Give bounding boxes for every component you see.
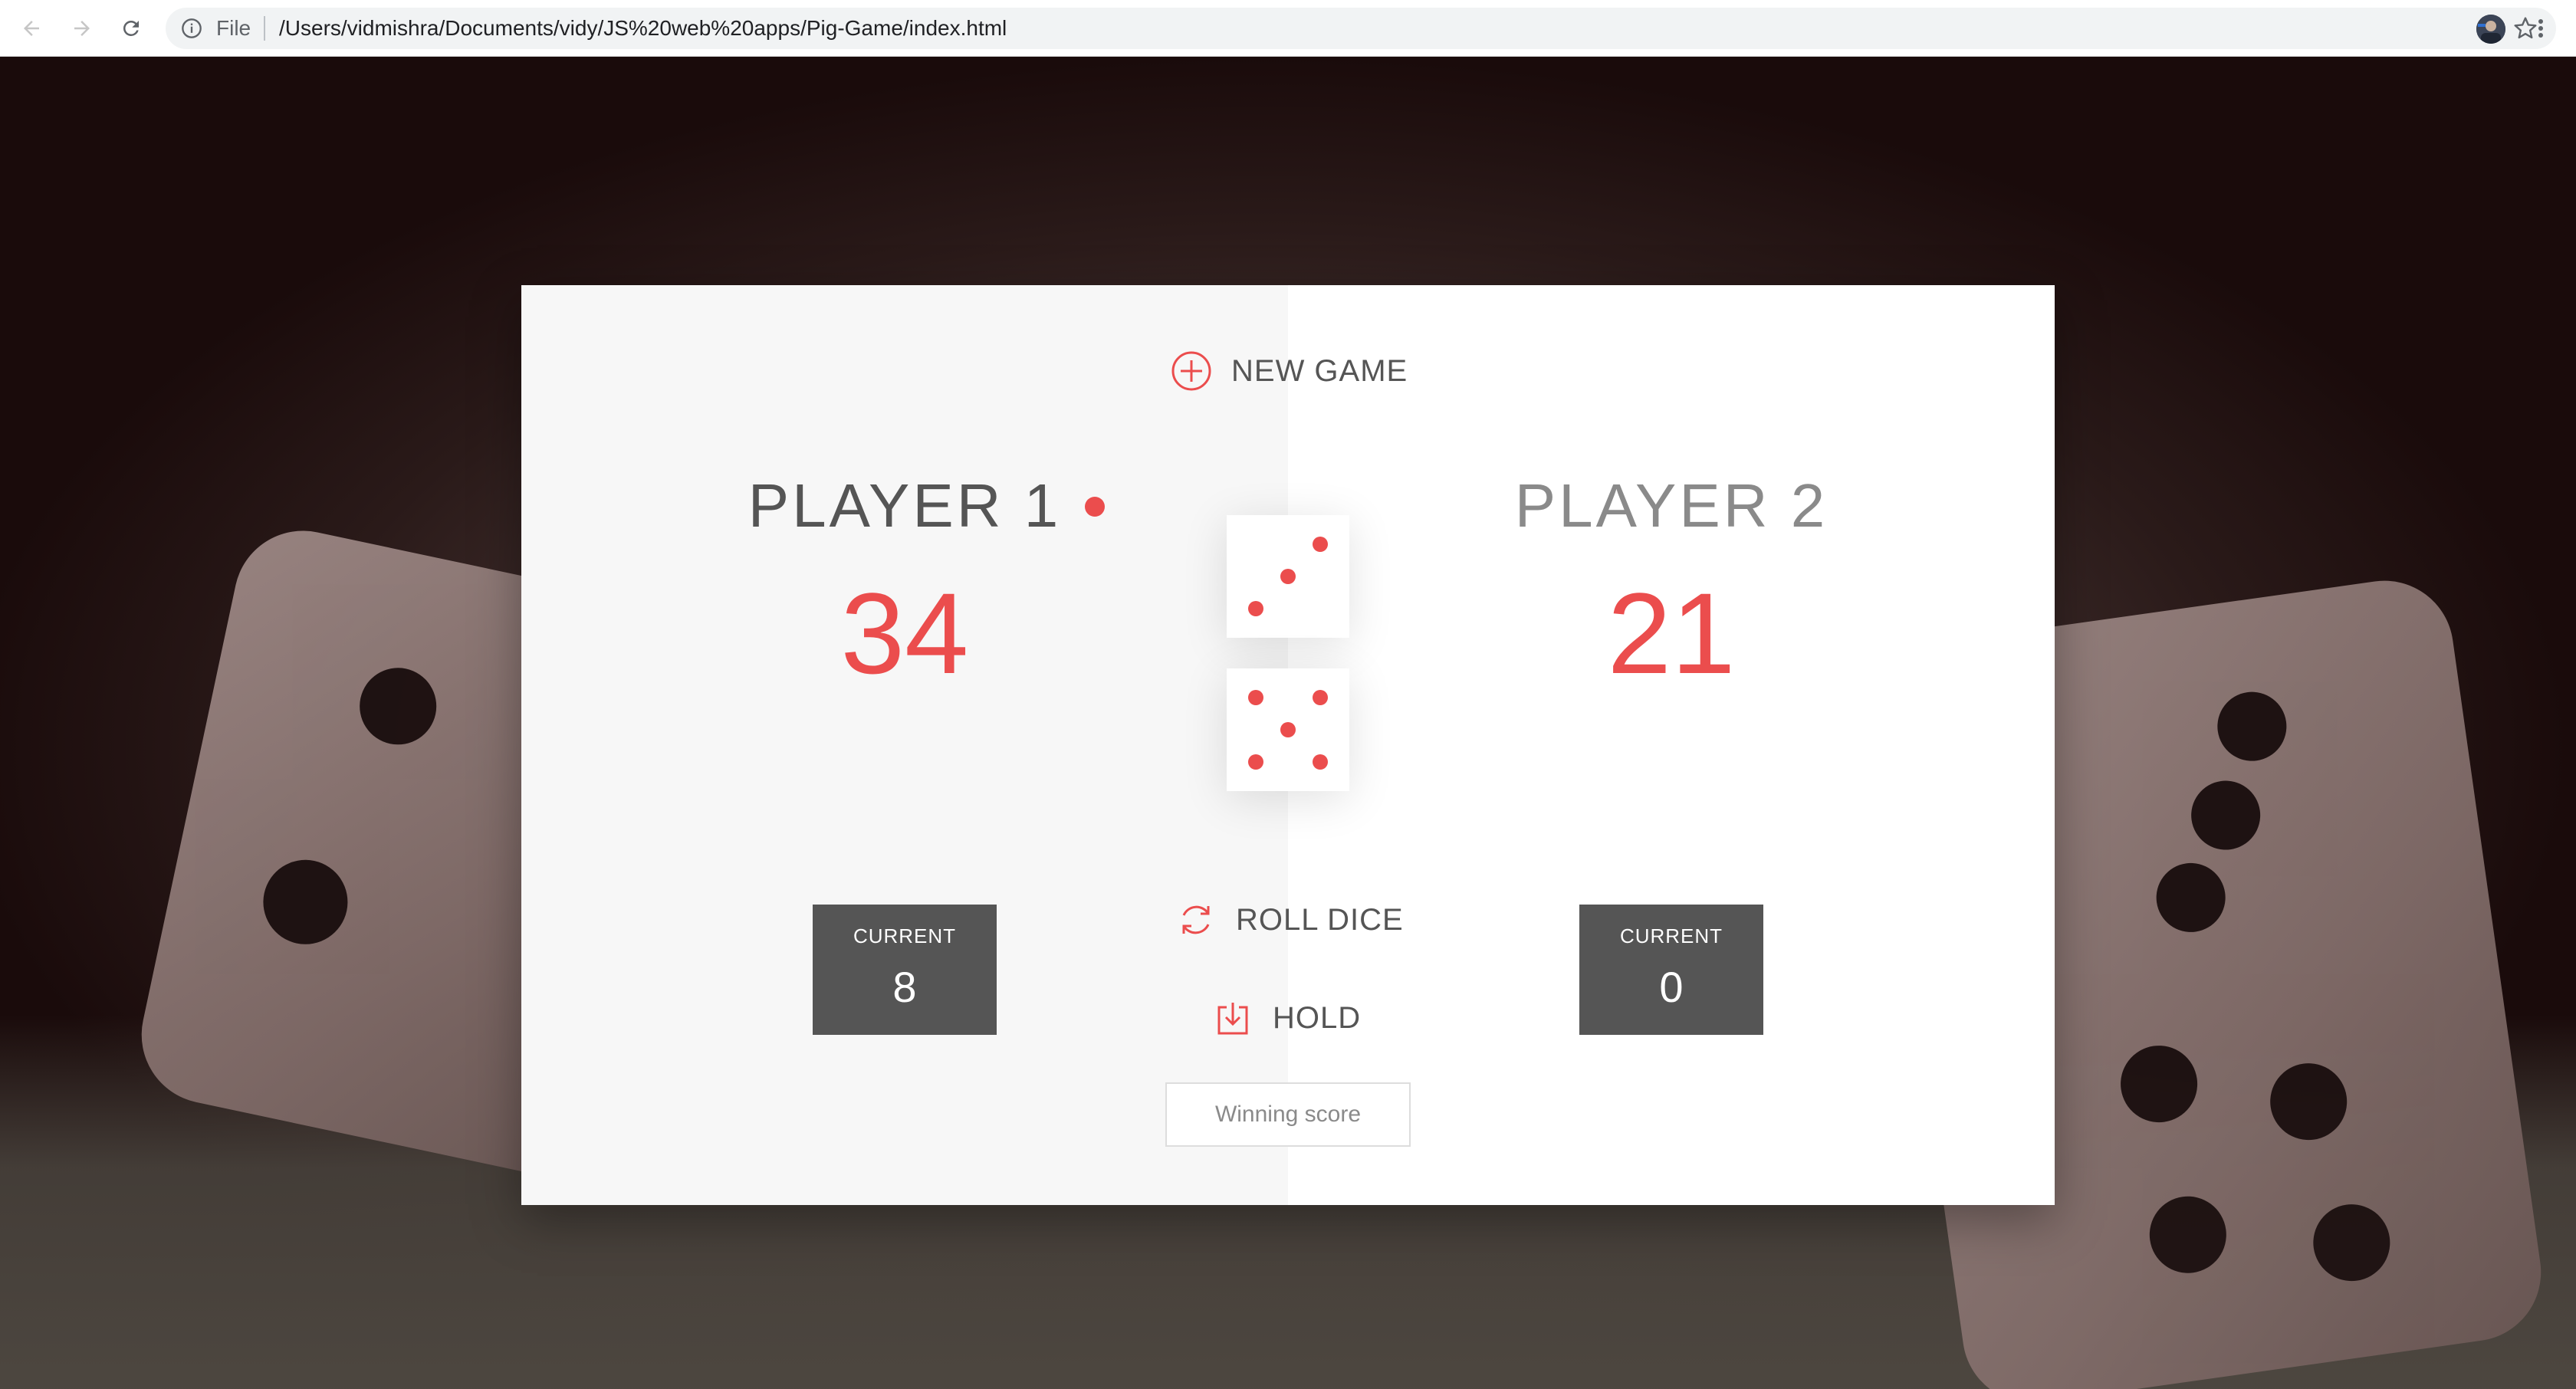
hold-button[interactable]: HOLD xyxy=(1211,997,1361,1039)
winning-score-input[interactable] xyxy=(1165,1082,1411,1147)
info-icon[interactable] xyxy=(181,18,202,39)
refresh-icon xyxy=(1175,898,1217,941)
player-1-current-score: 8 xyxy=(892,963,917,1011)
active-player-indicator xyxy=(1085,497,1105,517)
omnibox-divider xyxy=(264,16,265,41)
browser-toolbar: File /Users/vidmishra/Documents/vidy/JS%… xyxy=(0,0,2576,57)
url-text[interactable]: /Users/vidmishra/Documents/vidy/JS%20web… xyxy=(279,18,1007,39)
player-2-current-box: CURRENT 0 xyxy=(1579,905,1763,1035)
plus-circle-icon xyxy=(1170,350,1213,392)
forward-arrow-icon[interactable] xyxy=(67,14,97,43)
download-icon xyxy=(1211,997,1254,1039)
hold-label: HOLD xyxy=(1273,1000,1362,1035)
player-2-panel xyxy=(1288,285,2055,1205)
address-bar[interactable]: File /Users/vidmishra/Documents/vidy/JS%… xyxy=(166,8,2556,49)
roll-dice-button[interactable]: ROLL DICE xyxy=(1175,898,1404,941)
player-2-current-label: CURRENT xyxy=(1619,924,1723,947)
new-game-button[interactable]: NEW GAME xyxy=(1170,350,1408,392)
player-1-panel xyxy=(521,285,1288,1205)
reload-icon[interactable] xyxy=(117,14,146,43)
scheme-label: File xyxy=(216,16,251,40)
player-1-name: PLAYER 1 xyxy=(748,471,1062,540)
player-1-current-label: CURRENT xyxy=(853,924,957,947)
player-1-current-box: CURRENT 8 xyxy=(813,905,997,1035)
back-arrow-icon[interactable] xyxy=(17,14,46,43)
profile-avatar[interactable] xyxy=(2476,15,2505,44)
player-2-score: 21 xyxy=(1607,569,1736,698)
game-panel: NEW GAME PLAYER 1 34 CURRENT 8 PLAYER 2 … xyxy=(521,285,2055,1205)
dice-2 xyxy=(1227,668,1349,791)
new-game-label: NEW GAME xyxy=(1231,353,1408,388)
player-2-current-score: 0 xyxy=(1659,963,1684,1011)
player-2-name: PLAYER 2 xyxy=(1514,471,1829,540)
dice-1 xyxy=(1227,515,1349,638)
browser-menu-icon[interactable] xyxy=(2535,14,2547,43)
roll-dice-label: ROLL DICE xyxy=(1236,902,1404,937)
player-1-score: 34 xyxy=(840,569,969,698)
